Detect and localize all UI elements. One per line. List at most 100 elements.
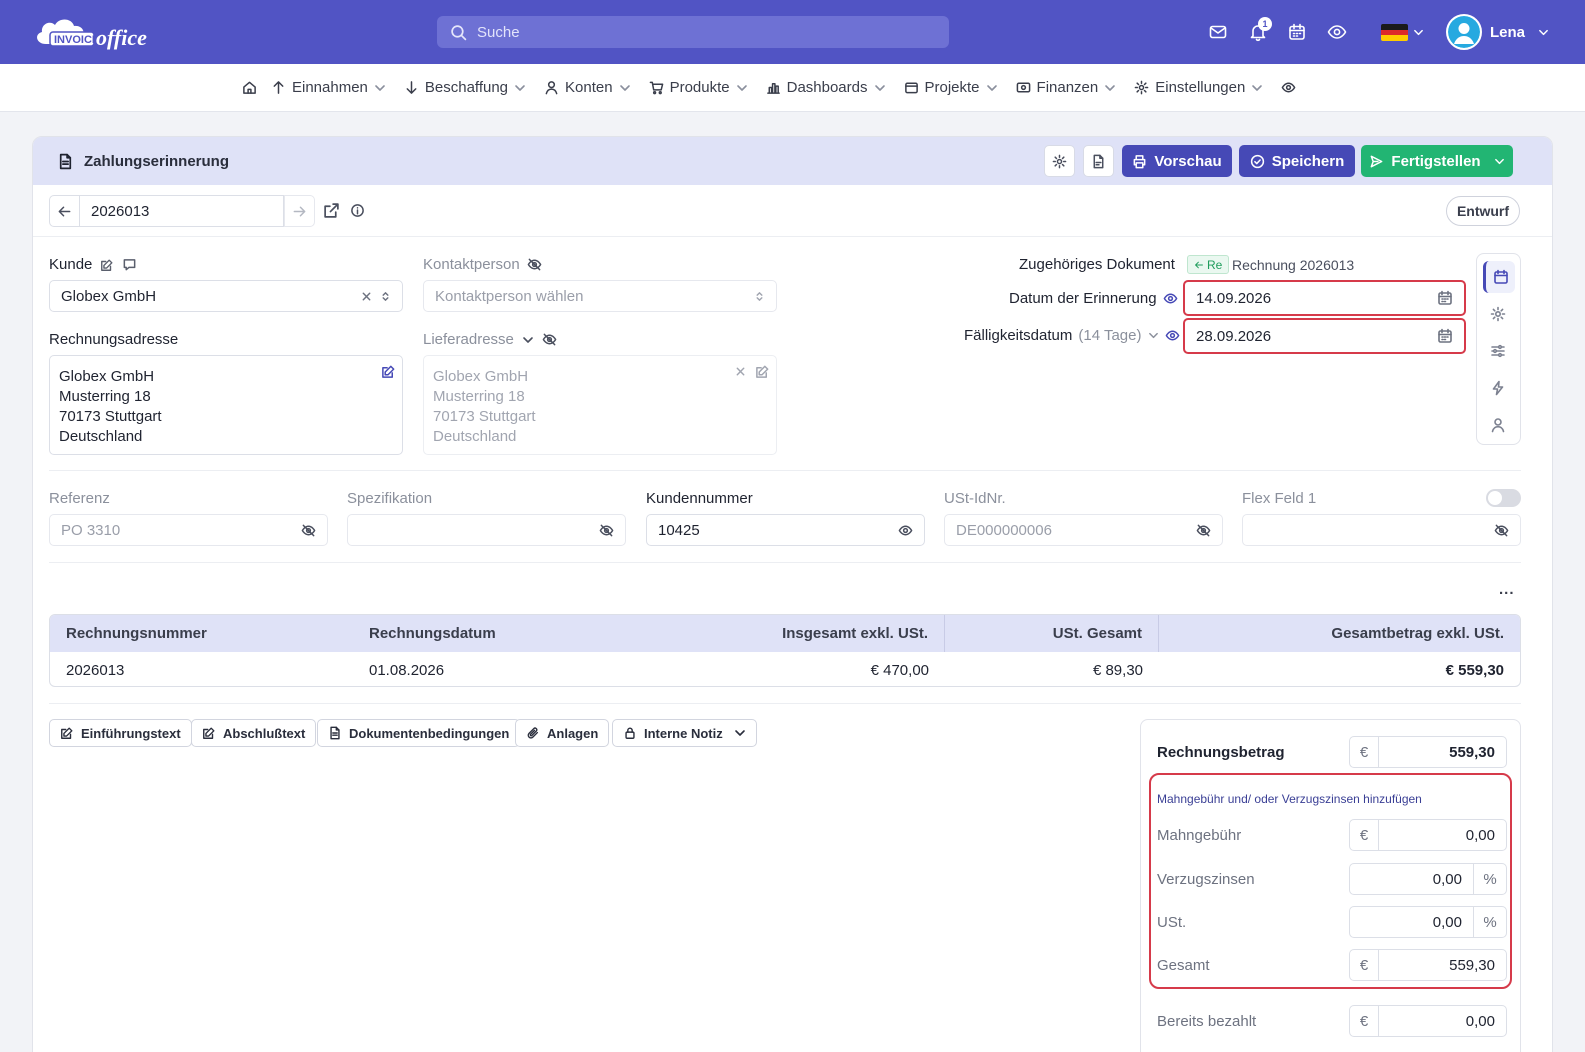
info-button[interactable] — [350, 203, 365, 218]
document-settings-button[interactable] — [1044, 145, 1075, 177]
billing-address-box[interactable]: Globex GmbH Musterring 18 70173 Stuttgar… — [49, 355, 403, 455]
add-fees-link[interactable]: Mahngebühr und/ oder Verzugszinsen hinzu… — [1157, 792, 1422, 806]
total-input[interactable]: € 559,30 — [1349, 949, 1507, 981]
clear-icon[interactable] — [361, 291, 372, 302]
internal-note-button[interactable]: Interne Notiz — [612, 719, 757, 747]
paperclip-icon — [527, 727, 539, 739]
eye-off-icon[interactable] — [1196, 523, 1211, 538]
calendar-icon — [1493, 269, 1508, 284]
interest-input[interactable]: 0,00 % — [1349, 863, 1507, 895]
invoice-amount-input[interactable]: € 559,30 — [1349, 736, 1507, 768]
customer-select[interactable]: Globex GmbH — [49, 280, 403, 312]
divider — [49, 562, 1521, 563]
pdf-button[interactable] — [1083, 145, 1114, 177]
side-sliders-tab[interactable] — [1490, 343, 1506, 359]
more-options-button[interactable]: ... — [1499, 581, 1515, 598]
calendar-icon[interactable] — [1437, 328, 1453, 344]
next-document-button[interactable] — [284, 195, 315, 227]
nav-produkte[interactable]: Produkte — [649, 79, 748, 96]
mail-button[interactable] — [1208, 22, 1228, 42]
calendar-button[interactable] — [1287, 22, 1307, 42]
flex-field-toggle[interactable] — [1486, 489, 1521, 507]
table-cell: € 89,30 — [1092, 661, 1143, 679]
already-paid-input[interactable]: € 0,00 — [1349, 1005, 1507, 1037]
vat-input[interactable]: 0,00 % — [1349, 906, 1507, 938]
preview-button[interactable]: Vorschau — [1122, 145, 1232, 177]
side-automation-tab[interactable] — [1490, 380, 1506, 396]
preview-mode-button[interactable] — [1327, 22, 1347, 42]
delivery-address-box[interactable]: Globex GmbH Musterring 18 70173 Stuttgar… — [423, 355, 777, 455]
open-external-button[interactable] — [323, 202, 340, 219]
vat-id-input[interactable]: DE000000006 — [944, 514, 1223, 546]
edit-icon[interactable] — [381, 364, 396, 379]
column-header: Rechnungsdatum — [369, 625, 496, 642]
eye-icon[interactable] — [1163, 291, 1178, 306]
table-row[interactable]: 2026013 01.08.2026 € 470,00 € 89,30 € 55… — [50, 652, 1520, 686]
invoice-office-logo[interactable]: INVOICE office — [32, 14, 182, 52]
delivery-label-row: Lieferadresse — [423, 331, 557, 348]
customer-number-input[interactable]: 10425 — [646, 514, 925, 546]
side-settings-tab[interactable] — [1490, 306, 1506, 322]
related-document-link[interactable]: Rechnung 2026013 — [1232, 257, 1354, 273]
specification-input[interactable] — [347, 514, 626, 546]
reminder-date-input[interactable]: 14.09.2026 — [1183, 280, 1466, 316]
save-button[interactable]: Speichern — [1239, 145, 1355, 177]
edit-icon[interactable] — [755, 364, 770, 379]
eye-off-icon[interactable] — [542, 332, 557, 347]
eye-off-icon[interactable] — [1494, 523, 1509, 538]
printer-icon — [1133, 154, 1146, 168]
fee-input[interactable]: € 0,00 — [1349, 819, 1507, 851]
edit-icon[interactable] — [100, 258, 114, 272]
notifications-button[interactable]: 1 — [1248, 17, 1272, 42]
reminder-date-label-row: Datum der Erinnerung — [1009, 290, 1178, 307]
previous-document-button[interactable] — [50, 196, 80, 226]
nav-konten[interactable]: Konten — [544, 79, 631, 96]
eye-icon[interactable] — [898, 523, 913, 538]
side-calendar-tab[interactable] — [1483, 261, 1515, 293]
eye-off-icon[interactable] — [527, 257, 542, 272]
finish-button[interactable]: Fertigstellen — [1361, 145, 1513, 177]
due-date-input[interactable]: 28.09.2026 — [1183, 318, 1466, 354]
clear-icon[interactable] — [735, 366, 746, 377]
nav-einnahmen[interactable]: Einnahmen — [271, 79, 386, 96]
bar-chart-icon — [766, 83, 780, 94]
search-icon — [451, 24, 467, 40]
eye-off-icon[interactable] — [301, 523, 316, 538]
closing-text-button[interactable]: Abschlußtext — [191, 719, 317, 747]
user-menu[interactable]: Lena — [1446, 14, 1549, 50]
side-user-tab[interactable] — [1490, 417, 1506, 433]
nav-projekte[interactable]: Projekte — [904, 79, 998, 96]
nav-beschaffung[interactable]: Beschaffung — [404, 79, 526, 96]
document-icon — [59, 153, 72, 169]
column-header: Insgesamt exkl. USt. — [656, 615, 945, 652]
nav-visibility-toggle[interactable] — [1281, 80, 1296, 95]
comment-icon[interactable] — [122, 257, 137, 272]
contact-person-select[interactable]: Kontaktperson wählen — [423, 280, 777, 312]
german-flag-icon[interactable] — [1381, 24, 1408, 41]
edit-icon — [203, 727, 215, 739]
chevron-down-icon[interactable] — [1148, 330, 1159, 341]
arrow-right-icon — [293, 206, 306, 216]
home-icon — [243, 81, 256, 94]
vat-row: USt. 0,00 % — [1157, 906, 1507, 938]
nav-finanzen[interactable]: Finanzen — [1016, 79, 1117, 96]
search-input[interactable] — [477, 23, 917, 41]
user-name: Lena — [1490, 23, 1526, 41]
calendar-icon[interactable] — [1437, 290, 1453, 306]
intro-text-button[interactable]: Einführungstext — [49, 719, 192, 747]
search-bar[interactable] — [437, 16, 949, 48]
nav-einstellungen[interactable]: Einstellungen — [1134, 79, 1263, 96]
reference-input[interactable]: PO 3310 — [49, 514, 328, 546]
notification-badge: 1 — [1258, 17, 1272, 31]
status-badge[interactable]: Entwurf — [1446, 196, 1520, 226]
eye-off-icon[interactable] — [599, 523, 614, 538]
chevron-down-icon[interactable] — [522, 334, 534, 346]
language-chevron-down-icon[interactable] — [1413, 27, 1424, 38]
nav-dashboards[interactable]: Dashboards — [766, 79, 886, 96]
nav-home[interactable] — [242, 80, 257, 95]
document-terms-button[interactable]: Dokumentenbedingungen — [317, 719, 521, 747]
eye-icon[interactable] — [1165, 328, 1180, 343]
flex-field-input[interactable] — [1242, 514, 1521, 546]
document-number[interactable]: 2026013 — [80, 196, 283, 226]
attachments-button[interactable]: Anlagen — [515, 719, 610, 747]
